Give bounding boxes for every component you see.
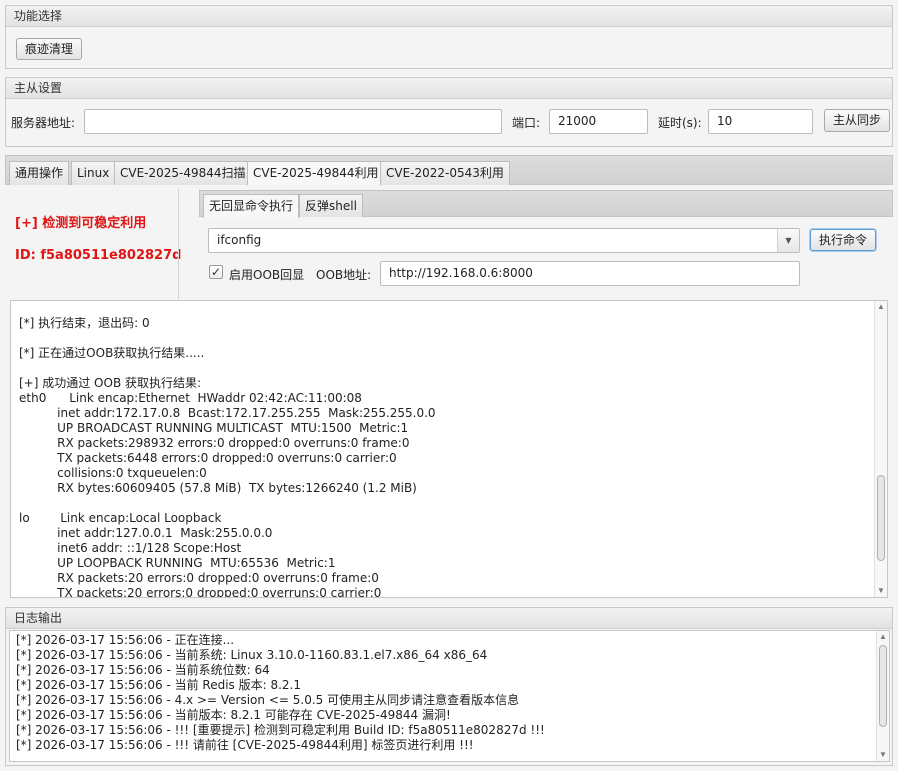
command-output-text: [*] 执行结束，退出码: 0 [*] 正在通过OOB获取执行结果..... [… — [19, 316, 436, 598]
stable-exploit-status: [+] 检测到可稳定利用 — [15, 216, 147, 231]
enable-oob-checkbox[interactable]: ✓ — [209, 265, 223, 279]
exploit-tab-content: [+] 检测到可稳定利用 ID: f5a80511e802827d 无回显命令执… — [5, 185, 893, 300]
scroll-down-icon[interactable]: ▼ — [875, 585, 887, 597]
command-output-area[interactable]: [*] 执行结束，退出码: 0 [*] 正在通过OOB获取执行结果..... [… — [10, 300, 888, 598]
subtab-reverse-shell[interactable]: 反弹shell — [299, 194, 363, 217]
log-scroll-thumb[interactable] — [879, 645, 887, 727]
log-scroll-down-icon[interactable]: ▼ — [877, 749, 889, 761]
log-panel: 日志输出 [*] 2026-03-17 15:56:06 - 正在连接... [… — [5, 607, 893, 766]
main-tab-bar: 通用操作 Linux CVE-2025-49844扫描 CVE-2025-498… — [5, 155, 893, 186]
enable-oob-label: 启用OOB回显 — [229, 268, 305, 282]
output-scrollbar[interactable]: ▲ ▼ — [874, 301, 887, 597]
delay-input[interactable]: 10 — [708, 109, 813, 134]
server-address-label: 服务器地址: — [11, 116, 76, 130]
log-output-text: [*] 2026-03-17 15:56:06 - 正在连接... [*] 20… — [16, 633, 545, 752]
oob-address-label: OOB地址: — [316, 268, 372, 282]
function-panel-title: 功能选择 — [6, 6, 892, 27]
oob-address-input[interactable]: http://192.168.0.6:8000 — [380, 261, 800, 286]
scroll-up-icon[interactable]: ▲ — [875, 301, 887, 313]
log-scroll-up-icon[interactable]: ▲ — [877, 631, 889, 643]
build-id-text: ID: f5a80511e802827d — [15, 248, 182, 263]
command-combobox[interactable]: ifconfig ▼ — [208, 228, 800, 253]
master-slave-panel: 主从设置 服务器地址: 端口: 21000 延时(s): 10 主从同步 — [5, 77, 893, 147]
sub-tab-bar: 无回显命令执行 反弹shell — [199, 190, 893, 218]
delay-label: 延时(s): — [658, 116, 702, 130]
tab-cve-2025-49844-exploit[interactable]: CVE-2025-49844利用 — [247, 161, 385, 186]
port-input[interactable]: 21000 — [549, 109, 648, 134]
tab-cve-2025-49844-scan[interactable]: CVE-2025-49844扫描 — [114, 161, 252, 185]
master-slave-title: 主从设置 — [6, 78, 892, 99]
server-address-input[interactable] — [84, 109, 502, 134]
subtab-blind-exec[interactable]: 无回显命令执行 — [203, 194, 300, 218]
vertical-divider — [178, 189, 179, 299]
log-output-area[interactable]: [*] 2026-03-17 15:56:06 - 正在连接... [*] 20… — [9, 630, 890, 762]
log-scrollbar[interactable]: ▲ ▼ — [876, 631, 889, 761]
tab-linux[interactable]: Linux — [71, 161, 116, 185]
chevron-down-icon[interactable]: ▼ — [777, 229, 799, 252]
tab-cve-2022-0543-exploit[interactable]: CVE-2022-0543利用 — [380, 161, 510, 185]
command-value: ifconfig — [217, 233, 262, 247]
tab-general[interactable]: 通用操作 — [9, 161, 70, 185]
execute-command-button[interactable]: 执行命令 — [810, 229, 877, 251]
clean-traces-button[interactable]: 痕迹清理 — [16, 38, 83, 60]
log-panel-title: 日志输出 — [6, 608, 892, 629]
master-sync-button[interactable]: 主从同步 — [824, 109, 891, 132]
port-label: 端口: — [512, 116, 541, 130]
function-panel: 功能选择 痕迹清理 — [5, 5, 893, 69]
output-scroll-thumb[interactable] — [877, 475, 885, 561]
